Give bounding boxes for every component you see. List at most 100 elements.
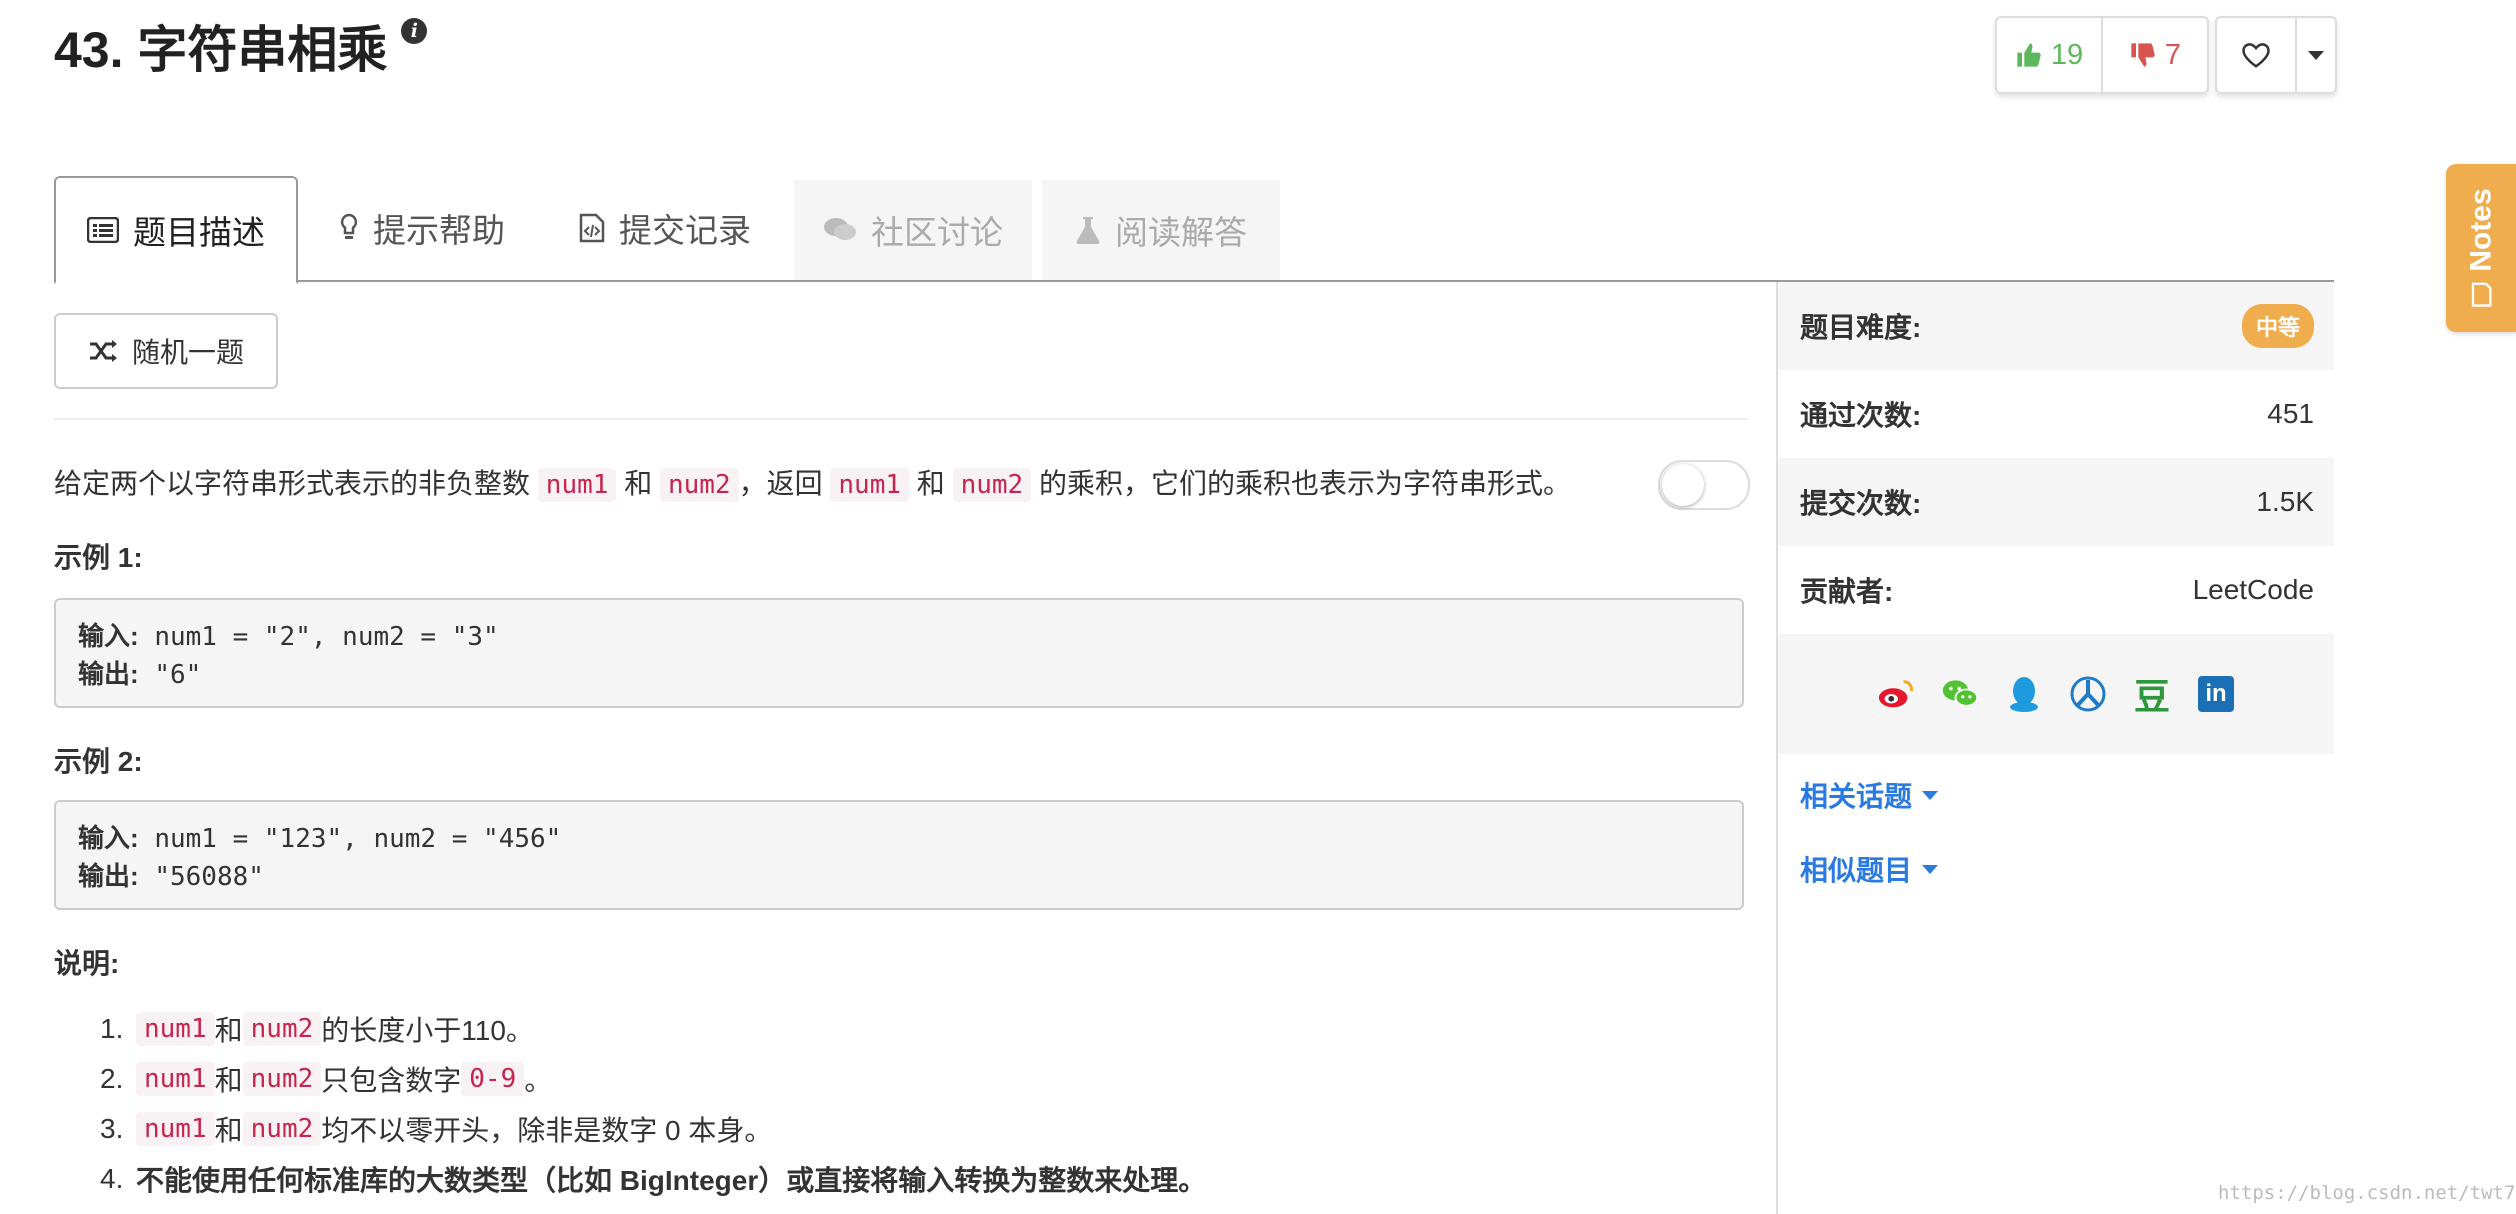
related-topics-link[interactable]: 相关话题 — [1778, 758, 2334, 832]
input-value: num1 = "2", num2 = "3" — [138, 622, 499, 652]
difficulty-row: 题目难度: 中等 — [1778, 282, 2334, 370]
favorite-button[interactable] — [2217, 18, 2295, 92]
output-label: 输出: — [78, 659, 139, 689]
list-text: 的长度小于110。 — [321, 1015, 534, 1046]
linkedin-glyph: in — [2198, 676, 2234, 712]
list-text: 和 — [214, 1115, 243, 1146]
random-problem-label: 随机一题 — [131, 337, 244, 368]
related-topics-label: 相关话题 — [1800, 781, 1913, 812]
caret-down-icon — [1922, 790, 1939, 800]
qq-icon[interactable] — [2005, 675, 2043, 713]
inline-code: num1 — [136, 1062, 215, 1096]
list-text: 和 — [214, 1015, 243, 1046]
list-text: 和 — [214, 1065, 243, 1096]
notes-tab[interactable]: Notes — [2446, 164, 2516, 332]
input-label: 输入: — [78, 823, 139, 853]
note-icon — [2472, 282, 2492, 307]
desc-text: 的乘积，它们的乘积也表示为字符串形式。 — [1031, 468, 1571, 499]
list-item: 4. 不能使用任何标准库的大数类型（比如 BigInteger）或直接将输入转换… — [100, 1154, 1206, 1204]
list-text: 均不以零开头，除非是数字 0 本身。 — [321, 1115, 773, 1146]
inline-code: num2 — [242, 1012, 322, 1046]
desc-text: 给定两个以字符串形式表示的非负整数 — [54, 468, 538, 499]
list-item: 2. num1 和 num2 只包含数字 0-9。 — [100, 1054, 1206, 1104]
notes-title: 说明: — [54, 948, 120, 979]
accepted-value: 451 — [2267, 398, 2314, 429]
code-file-icon — [579, 213, 605, 243]
upvote-button[interactable]: 19 — [1997, 18, 2101, 92]
list-item: 3. num1 和 num2 均不以零开头，除非是数字 0 本身。 — [100, 1104, 1206, 1154]
notes-label: Notes — [2465, 188, 2499, 272]
heart-icon — [2242, 43, 2270, 68]
similar-problems-link[interactable]: 相似题目 — [1778, 832, 2334, 906]
similar-problems-label: 相似题目 — [1800, 855, 1913, 886]
wechat-icon[interactable] — [1941, 675, 1979, 713]
desc-text: 和 — [909, 468, 953, 499]
tab-label: 题目描述 — [133, 214, 265, 251]
caret-down-icon — [2308, 50, 2324, 60]
tab-discuss[interactable]: 社区讨论 — [794, 180, 1032, 280]
info-icon[interactable]: i — [401, 18, 428, 44]
renren-icon[interactable] — [2069, 675, 2107, 713]
tab-label: 提交记录 — [619, 212, 751, 249]
tab-description[interactable]: 题目描述 — [54, 176, 298, 284]
accepted-label: 通过次数: — [1800, 400, 1922, 431]
input-value: num1 = "123", num2 = "456" — [138, 824, 562, 854]
inline-code: num1 — [136, 1112, 215, 1146]
tab-solution[interactable]: 阅读解答 — [1042, 180, 1280, 280]
inline-code: 0-9 — [461, 1062, 525, 1096]
list-icon — [87, 217, 119, 243]
difficulty-badge: 中等 — [2241, 304, 2314, 348]
difficulty-label: 题目难度: — [1800, 312, 1922, 343]
accepted-row: 通过次数: 451 — [1778, 370, 2334, 458]
notes-list: 1. num1 和 num2 的长度小于110。 2. num1 和 num2 … — [100, 1004, 1206, 1204]
contributor-value: LeetCode — [2192, 574, 2314, 605]
list-text: 。 — [524, 1065, 553, 1096]
upvote-count: 19 — [2050, 38, 2084, 71]
list-item: 1. num1 和 num2 的长度小于110。 — [100, 1004, 1206, 1054]
share-bar: 豆 in — [1778, 634, 2334, 754]
watermark: https://blog.csdn.net/twt727 — [2218, 1182, 2516, 1204]
inline-code: num2 — [242, 1062, 322, 1096]
thumbs-up-icon — [2017, 43, 2041, 67]
downvote-button[interactable]: 7 — [2101, 18, 2207, 92]
thumbs-down-icon — [2131, 43, 2155, 67]
tab-label: 社区讨论 — [871, 214, 1003, 251]
random-problem-button[interactable]: 随机一题 — [54, 313, 278, 389]
favorite-dropdown-button[interactable] — [2295, 18, 2335, 92]
submissions-label: 提交次数: — [1800, 488, 1922, 519]
list-text: 只包含数字 — [321, 1065, 462, 1096]
weibo-icon[interactable] — [1877, 675, 1915, 713]
list-text-bold: 不能使用任何标准库的大数类型（比如 BigInteger）或直接将输入转换为整数… — [136, 1165, 1207, 1196]
lightbulb-icon — [340, 213, 358, 239]
inline-code: num2 — [659, 468, 739, 502]
inline-code: num1 — [830, 468, 910, 502]
inline-code: num1 — [537, 468, 617, 502]
problem-title: 43. 字符串相乘 — [54, 22, 388, 78]
page-title: 43. 字符串相乘 i — [54, 10, 428, 82]
submissions-value: 1.5K — [2256, 486, 2314, 517]
inline-code: num1 — [136, 1012, 215, 1046]
douban-icon[interactable]: 豆 — [2133, 675, 2171, 717]
favorite-group — [2215, 16, 2337, 94]
language-toggle[interactable] — [1658, 460, 1750, 510]
comments-icon — [824, 218, 856, 240]
problem-description: 给定两个以字符串形式表示的非负整数 num1 和 num2 ，返回 num1 和 … — [54, 462, 1571, 502]
inline-code: num2 — [952, 468, 1032, 502]
list-number: 2. — [100, 1063, 124, 1094]
input-label: 输入: — [78, 621, 139, 651]
toggle-knob — [1662, 464, 1704, 506]
flask-icon — [1076, 217, 1100, 244]
tab-submissions[interactable]: 提交记录 — [579, 176, 751, 280]
desc-text: 和 — [616, 468, 660, 499]
shuffle-icon — [89, 340, 117, 362]
contributor-row: 贡献者: LeetCode — [1778, 546, 2334, 634]
example-1-title: 示例 1: — [54, 542, 143, 573]
problem-tabs: 题目描述 提示帮助 提交记录 社区讨论 阅读解答 — [54, 176, 2334, 284]
desc-text: ，返回 — [738, 468, 831, 499]
linkedin-icon[interactable]: in — [2197, 675, 2235, 713]
output-value: "56088" — [138, 862, 264, 892]
caret-down-icon — [1922, 864, 1939, 874]
tab-hints[interactable]: 提示帮助 — [339, 176, 505, 280]
vote-group: 19 7 — [1995, 16, 2209, 94]
inline-code: num2 — [242, 1112, 322, 1146]
